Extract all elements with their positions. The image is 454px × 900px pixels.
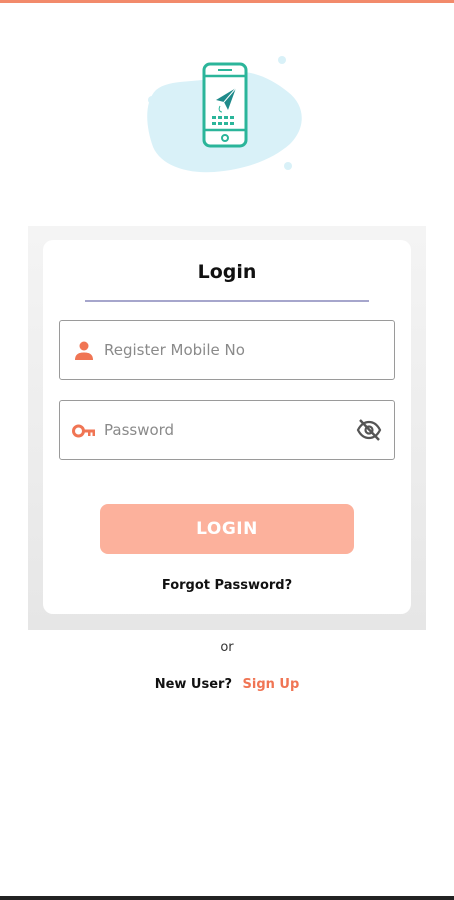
mobile-input[interactable] — [104, 321, 344, 379]
mobile-field[interactable] — [59, 320, 395, 380]
password-input[interactable] — [104, 401, 344, 459]
login-card: Login LOGIN Forgot Passwor — [43, 240, 411, 614]
key-icon — [72, 424, 95, 438]
phone-illustration — [147, 56, 302, 173]
signup-row: New User? Sign Up — [0, 677, 454, 692]
forgot-password-link[interactable]: Forgot Password? — [43, 578, 411, 593]
title-underline — [85, 300, 369, 302]
new-user-label: New User? — [154, 677, 232, 692]
bottom-divider — [0, 896, 454, 900]
eye-off-icon[interactable] — [356, 418, 382, 442]
top-accent-bar — [0, 0, 454, 3]
signup-link[interactable]: Sign Up — [243, 677, 300, 692]
or-separator: or — [220, 640, 234, 655]
person-icon — [75, 341, 93, 360]
login-title: Login — [197, 261, 257, 283]
login-button[interactable]: LOGIN — [100, 504, 354, 554]
password-field[interactable] — [59, 400, 395, 460]
login-screen: Login LOGIN Forgot Passwor — [0, 0, 454, 900]
